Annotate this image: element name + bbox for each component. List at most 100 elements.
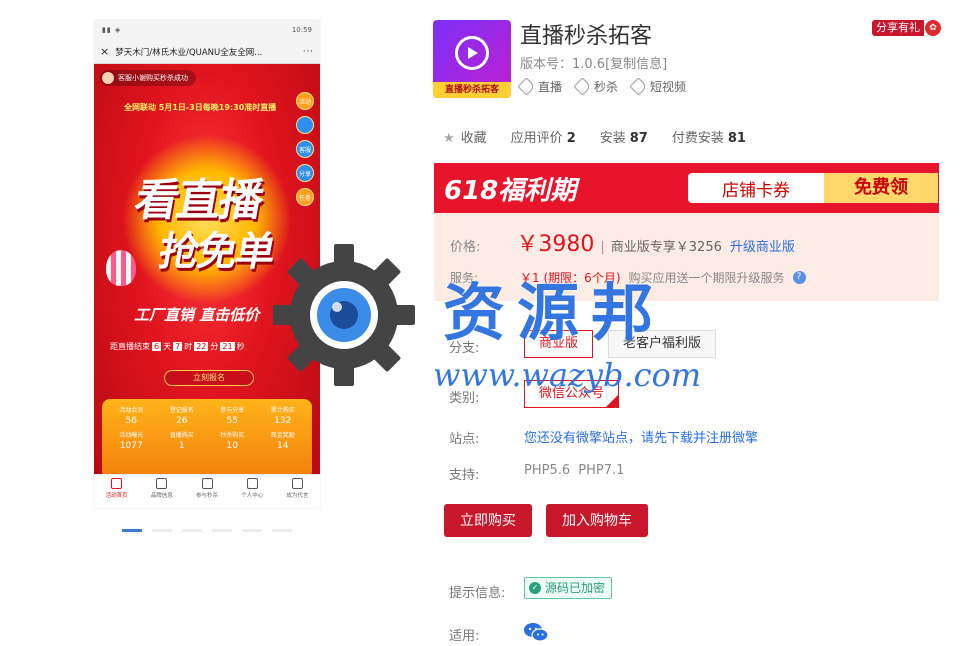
apply-label: 适用:: [449, 629, 480, 644]
rating-metric[interactable]: 应用评价 2: [511, 127, 576, 146]
activity-icon: 活动: [296, 92, 314, 110]
tag-label: 短视频: [650, 80, 687, 94]
carousel-dots: [122, 529, 292, 532]
phone-tab-bar: 活动首页 品牌信息 参与秒杀 个人中心 成为代言: [94, 474, 320, 504]
tab-profile[interactable]: 个人中心: [230, 475, 275, 504]
stat-value: 1: [178, 441, 185, 451]
carousel-dot[interactable]: [212, 529, 232, 532]
upgrade-link[interactable]: 升级商业版: [730, 236, 795, 255]
tag-item[interactable]: 直播: [517, 77, 563, 96]
carousel-dot[interactable]: [242, 529, 262, 532]
price-separator: |: [600, 240, 605, 255]
stat-item: 秒杀购买 10: [207, 430, 257, 451]
tab-flash-sale[interactable]: 参与秒杀: [184, 475, 229, 504]
tag-item[interactable]: 短视频: [629, 77, 687, 96]
paid-install-value: 81: [727, 131, 746, 146]
notice-text: 客服小谢购买秒杀成功: [118, 74, 188, 82]
signal-icon: ▮▮ ◈: [102, 26, 122, 34]
close-icon: ×: [100, 45, 110, 58]
poster-side-icons: 活动 客服 分享 任务: [296, 92, 314, 206]
carousel-dot[interactable]: [152, 529, 172, 532]
gift-icon: [291, 478, 303, 489]
stat-value: 26: [176, 416, 188, 426]
share-reward-button[interactable]: 分享有礼: [872, 20, 924, 36]
stats-row: 活动曝光 1077 直播购买 1 秒杀购买 10 现金奖励 14: [106, 430, 308, 451]
tag-icon: [629, 77, 648, 96]
site-label: 站点:: [449, 432, 480, 447]
install-metric: 安装 87: [600, 127, 648, 146]
carousel-dot[interactable]: [272, 529, 292, 532]
coupon-card[interactable]: 店铺卡券 免费领: [688, 173, 938, 203]
user-icon: [246, 478, 258, 489]
tab-label: 成为代言: [286, 493, 309, 499]
stat-value: 132: [274, 416, 292, 426]
signup-button[interactable]: 立刻报名: [164, 370, 254, 386]
site-register-link[interactable]: 您还没有微擎站点，请先下载并注册微擎: [524, 427, 758, 446]
gift-icon[interactable]: ✿: [925, 20, 941, 36]
tag-label: 直播: [538, 80, 563, 94]
buy-now-button[interactable]: 立即购买: [444, 504, 532, 537]
status-time: 10:59: [291, 26, 312, 34]
tab-label: 品牌信息: [150, 493, 173, 499]
tag-item[interactable]: 秒杀: [573, 77, 619, 96]
countdown-unit: 时: [184, 342, 193, 351]
stat-value: 1077: [119, 441, 143, 451]
more-icon: ···: [302, 46, 314, 57]
bolt-icon: [201, 478, 213, 489]
countdown: 距直播结束 6 天 7 时 22 分 21 秒: [110, 341, 245, 352]
countdown-label: 距直播结束: [110, 342, 150, 351]
countdown-hours: 7: [173, 342, 183, 351]
store-icon: [156, 478, 168, 489]
coupon-claim-button[interactable]: 免费领: [824, 173, 938, 203]
price-value: ￥3980: [516, 232, 595, 257]
balloon-icon: [106, 250, 136, 286]
favorite-button[interactable]: ★ 收藏: [443, 127, 487, 146]
carousel-dot[interactable]: [182, 529, 202, 532]
tag-label: 秒杀: [594, 80, 619, 94]
stat-value: 56: [125, 416, 137, 426]
app-version[interactable]: 版本号：1.0.6[复制信息]: [520, 53, 667, 72]
price-label: 价格:: [450, 240, 481, 255]
price-row: 价格: ￥3980 | 商业版专享￥3256 升级商业版: [450, 226, 795, 258]
wechat-page-title: 梦天木门/林氏木业/QUANU全友全网...: [115, 47, 263, 58]
countdown-unit: 秒: [236, 342, 245, 351]
check-corner-icon: [605, 394, 620, 423]
share-icon: 分享: [296, 164, 314, 182]
stat-label: 参与分享: [220, 407, 245, 414]
favorite-label: 收藏: [460, 131, 487, 146]
stat-label: 登记报名: [169, 407, 194, 414]
stat-item: 累计购买 132: [258, 405, 308, 426]
paid-install-label: 付费安装: [671, 131, 724, 146]
rating-label: 应用评价: [510, 131, 563, 146]
stats-panel: 活动会员 56 登记报名 26 参与分享 55 累计购买 132 活动曝光 1077 直播…: [102, 399, 312, 474]
support-versions: PHP5.6 PHP7.1: [524, 463, 625, 478]
tab-label: 活动首页: [105, 493, 128, 499]
business-price: 商业版专享￥3256: [610, 240, 722, 255]
app-icon-caption: 直播秒杀拓客: [433, 82, 511, 98]
app-metrics: ★ 收藏 应用评价 2 安装 87 付费安装 81: [443, 127, 746, 146]
watermark-gear-icon: [273, 244, 415, 386]
stat-item: 参与分享 55: [207, 405, 257, 426]
app-detail-page: ▮▮ ◈ 10:59 × 梦天木门/林氏木业/QUANU全友全网... ··· …: [0, 0, 961, 646]
stat-value: 14: [277, 441, 289, 451]
encrypted-text: 源码已加密: [545, 581, 606, 595]
tab-home[interactable]: 活动首页: [94, 475, 139, 504]
promo-banner[interactable]: 618福利期 店铺卡券 免费领: [434, 163, 939, 213]
countdown-seconds: 21: [220, 342, 235, 351]
stat-label: 秒杀购买: [220, 432, 245, 439]
carousel-dot[interactable]: [122, 529, 142, 532]
service-icon: 客服: [296, 140, 314, 158]
live-schedule: 全网联动 5月1日-3日每晚19:30准时直播: [124, 103, 277, 112]
stat-item: 直播购买 1: [157, 430, 207, 451]
paid-install-metric: 付费安装 81: [672, 127, 746, 146]
countdown-unit: 天: [163, 342, 172, 351]
install-label: 安装: [599, 131, 626, 146]
countdown-unit: 分: [210, 342, 219, 351]
add-to-cart-button[interactable]: 加入购物车: [546, 504, 648, 537]
hint-label: 提示信息:: [449, 586, 506, 601]
stats-row: 活动会员 56 登记报名 26 参与分享 55 累计购买 132: [106, 405, 308, 426]
support-label: 支持:: [449, 468, 480, 483]
tab-brand[interactable]: 品牌信息: [139, 475, 184, 504]
help-icon[interactable]: ?: [792, 271, 806, 284]
tab-ambassador[interactable]: 成为代言: [275, 475, 320, 504]
